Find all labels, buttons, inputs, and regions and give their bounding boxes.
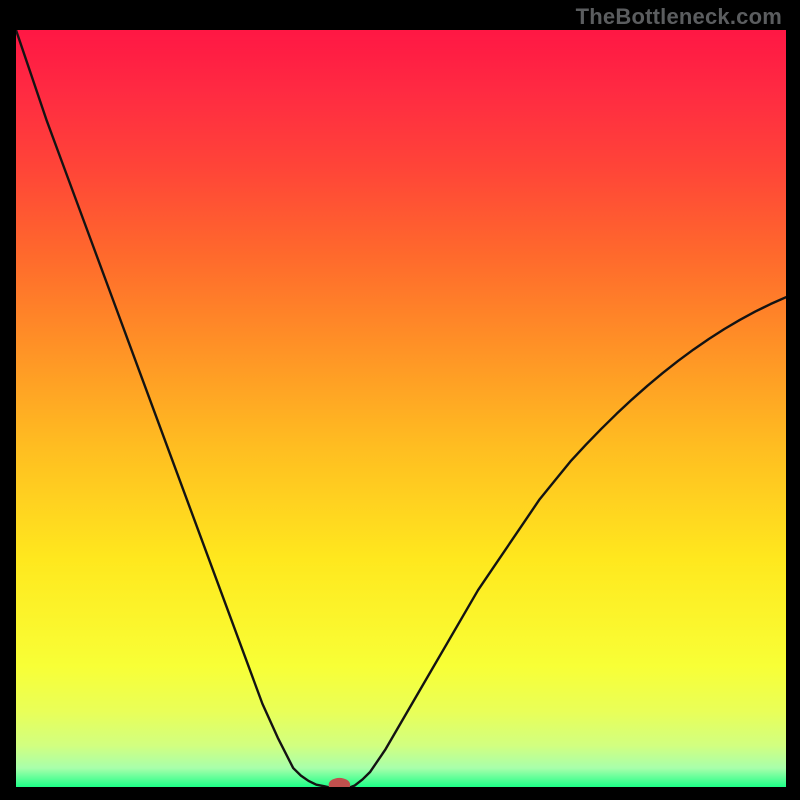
watermark-text: TheBottleneck.com <box>576 4 782 30</box>
chart-svg <box>16 30 786 787</box>
plot-background <box>16 30 786 787</box>
chart-frame: { "watermark": "TheBottleneck.com", "cha… <box>0 0 800 800</box>
